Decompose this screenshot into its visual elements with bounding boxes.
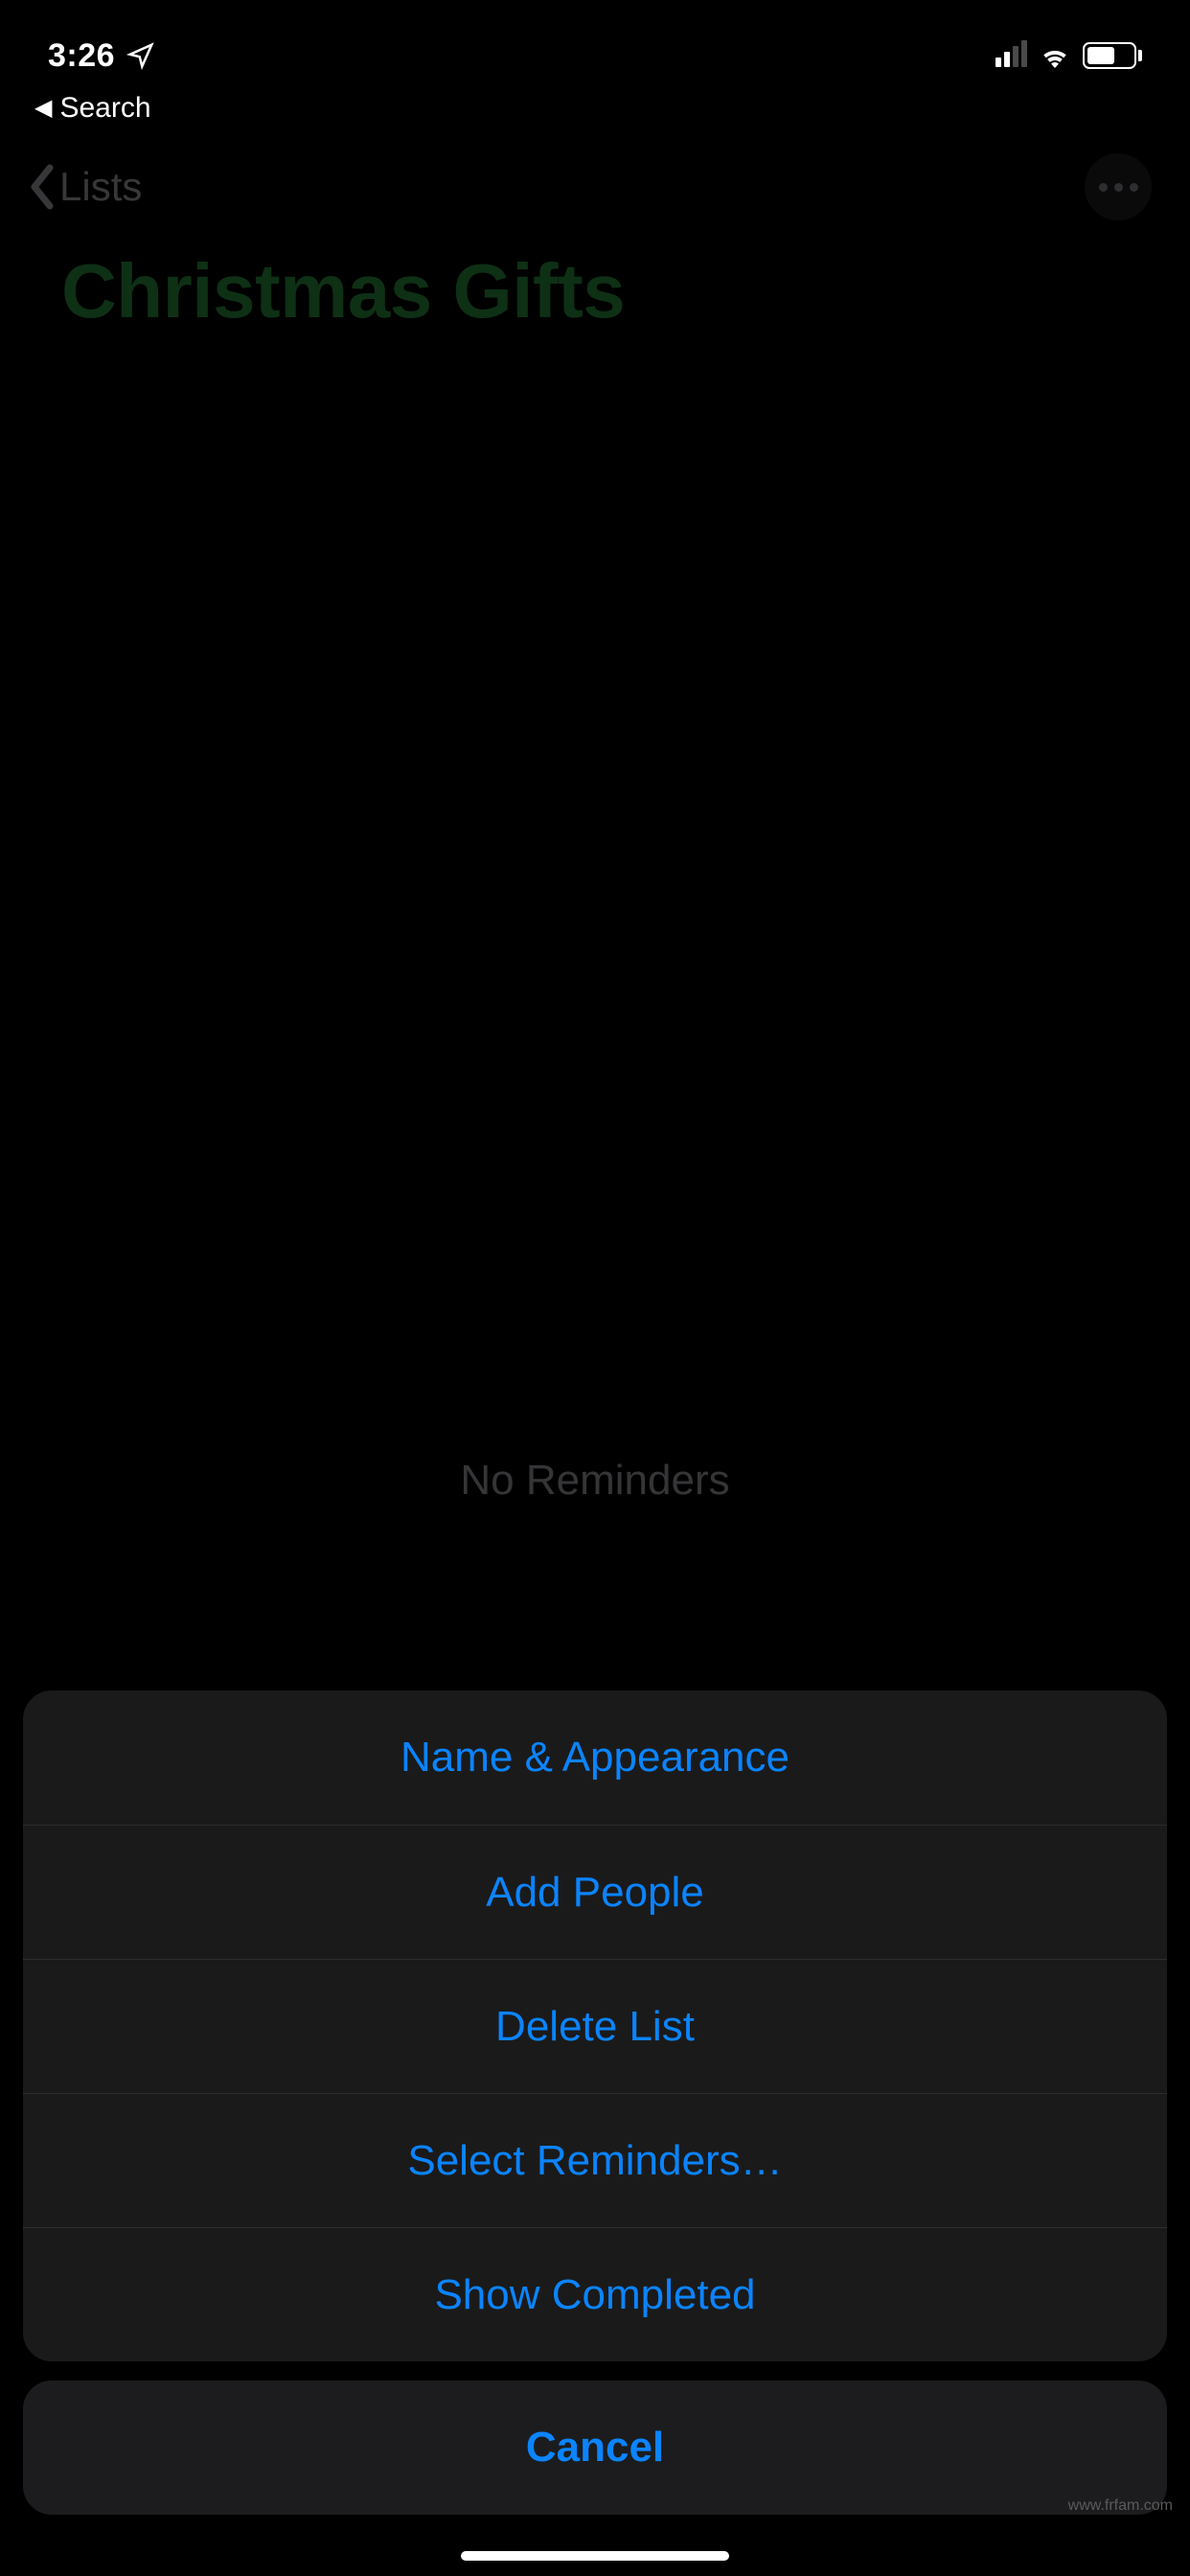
- battery-icon: [1083, 42, 1142, 69]
- status-right: [995, 42, 1142, 69]
- cancel-button[interactable]: Cancel: [23, 2380, 1167, 2515]
- status-left: 3:26: [48, 37, 155, 75]
- nav-bar: Lists: [0, 125, 1190, 230]
- action-select-reminders[interactable]: Select Reminders…: [23, 2093, 1167, 2227]
- nav-back-button[interactable]: Lists: [29, 164, 142, 210]
- dot-icon: [1114, 183, 1123, 192]
- status-bar: 3:26: [0, 0, 1190, 84]
- dot-icon: [1099, 183, 1108, 192]
- action-sheet: Name & Appearance Add People Delete List…: [0, 1690, 1190, 2576]
- watermark-text: www.frfam.com: [1068, 2497, 1173, 2515]
- dot-icon: [1130, 183, 1138, 192]
- action-sheet-cancel-group: Cancel: [23, 2380, 1167, 2515]
- empty-state-text: No Reminders: [0, 1457, 1190, 1505]
- location-arrow-icon: [126, 41, 155, 70]
- action-show-completed[interactable]: Show Completed: [23, 2227, 1167, 2361]
- breadcrumb-back-search[interactable]: ◀ Search: [0, 84, 1190, 125]
- breadcrumb-label: Search: [59, 92, 150, 125]
- action-name-appearance[interactable]: Name & Appearance: [23, 1690, 1167, 1825]
- chevron-left-icon: [29, 164, 56, 210]
- cellular-signal-icon: [995, 44, 1027, 67]
- wifi-icon: [1039, 43, 1071, 68]
- home-indicator[interactable]: [461, 2551, 729, 2561]
- nav-back-label: Lists: [59, 164, 142, 210]
- action-add-people[interactable]: Add People: [23, 1825, 1167, 1959]
- list-title: Christmas Gifts: [0, 230, 1190, 335]
- caret-left-icon: ◀: [34, 97, 52, 120]
- action-sheet-group: Name & Appearance Add People Delete List…: [23, 1690, 1167, 2361]
- dimmed-background: Lists Christmas Gifts No Reminders: [0, 125, 1190, 335]
- status-time: 3:26: [48, 37, 115, 75]
- more-options-button[interactable]: [1085, 153, 1152, 220]
- action-delete-list[interactable]: Delete List: [23, 1959, 1167, 2093]
